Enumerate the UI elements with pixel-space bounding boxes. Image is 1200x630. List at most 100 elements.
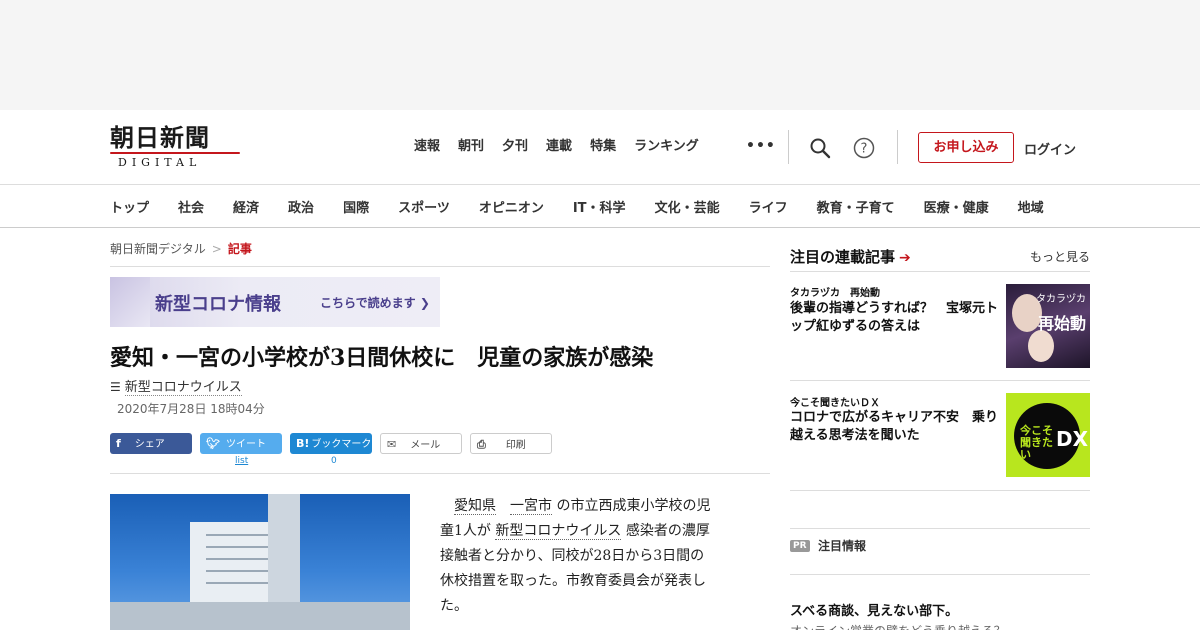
divider: [790, 490, 1090, 491]
share-label: ブックマーク: [311, 439, 372, 450]
card-headline[interactable]: コロナで広がるキャリア不安 乗り越える思考法を聞いた: [790, 409, 1002, 445]
thumb-text: 再始動: [1037, 314, 1086, 333]
keyword-link-aichi[interactable]: 愛知県: [454, 498, 496, 515]
card-label: 今こそ聞きたいＤＸ: [790, 398, 880, 409]
mail-button[interactable]: ✉ メール: [380, 433, 462, 454]
sidebar-title-text: 注目の連載記事: [790, 248, 896, 266]
keyword-link-covid[interactable]: 新型コロナウイルス: [495, 523, 622, 540]
category-it-science[interactable]: IT・科学: [573, 197, 626, 216]
pr-section-title: 注目情報: [818, 539, 867, 553]
print-button[interactable]: ⎙ 印刷: [470, 433, 552, 454]
twitter-share-button[interactable]: 🐦︎ ツイート: [200, 433, 282, 454]
category-international[interactable]: 国際: [343, 197, 369, 216]
topnav-item-morning[interactable]: 朝刊: [458, 138, 484, 156]
hatena-bookmark-button[interactable]: B! ブックマーク: [290, 433, 372, 454]
corona-info-banner[interactable]: 新型コロナ情報 こちらで読めます ❯: [110, 277, 440, 327]
corona-banner-link: こちらで読めます ❯: [320, 296, 430, 310]
category-society[interactable]: 社会: [178, 197, 204, 216]
twitter-count[interactable]: list: [235, 456, 248, 466]
article-date: 2020年7月28日 18時04分: [117, 402, 265, 416]
facebook-icon: f: [116, 437, 121, 450]
divider: [790, 528, 1090, 529]
banner-decoration: [110, 277, 150, 327]
topnav-item-ranking[interactable]: ランキング: [634, 138, 699, 156]
photo-detail: [206, 582, 268, 584]
topnav-item-breaking[interactable]: 速報: [414, 138, 440, 156]
category-nav: トップ 社会 経済 政治 国際 スポーツ オピニオン IT・科学 文化・芸能 ラ…: [0, 184, 1200, 228]
card-headline[interactable]: 後輩の指導どうすれば？ 宝塚元トップ紅ゆずるの答えは: [790, 300, 1002, 336]
body-line: 接触者と分かり、同校が28日から3日間の: [440, 548, 705, 564]
sidebar-more-link[interactable]: もっと見る: [1030, 248, 1090, 265]
card-thumbnail[interactable]: タカラヅカ 再始動: [1006, 284, 1090, 368]
topnav-item-features[interactable]: 特集: [590, 138, 616, 156]
divider: [110, 473, 770, 474]
body-text: の市立西成東小学校の児: [556, 498, 711, 514]
card-label: タカラヅカ 再始動: [790, 288, 880, 299]
divider: [790, 380, 1090, 381]
corona-banner-title: 新型コロナ情報: [155, 294, 281, 315]
site-header: 朝日新聞 DIGITAL 速報 朝刊 夕刊 連載 特集 ランキング ••• ? …: [0, 110, 1200, 185]
thumb-text: タカラヅカ: [1036, 294, 1086, 305]
category-life[interactable]: ライフ: [749, 197, 788, 216]
category-education[interactable]: 教育・子育て: [817, 197, 895, 216]
breadcrumb-current: 記事: [227, 242, 252, 256]
search-icon[interactable]: [808, 136, 832, 160]
pr-badge: PR: [790, 540, 810, 552]
body-line: 童1人が 新型コロナウイルス 感染者の濃厚: [440, 519, 750, 544]
divider: [790, 574, 1090, 575]
category-local[interactable]: 地域: [1018, 197, 1044, 216]
photo-detail: [206, 558, 268, 560]
print-icon: ⎙: [477, 438, 486, 451]
category-sports[interactable]: スポーツ: [398, 197, 450, 216]
topic-label[interactable]: 新型コロナウイルス: [124, 380, 242, 396]
sidebar-title[interactable]: 注目の連載記事 ➔: [790, 246, 911, 267]
pr-headline[interactable]: スベる商談、見えない部下。: [790, 600, 958, 619]
category-politics[interactable]: 政治: [288, 197, 314, 216]
article-headline: 愛知・一宮の小学校が3日間休校に 児童の家族が感染: [110, 345, 654, 371]
divider: [790, 271, 1090, 272]
breadcrumb-separator: >: [211, 242, 222, 256]
card-thumbnail[interactable]: 今こそ聞きたい DX: [1006, 393, 1090, 477]
topnav-item-evening[interactable]: 夕刊: [502, 138, 528, 156]
svg-text:?: ?: [861, 142, 868, 157]
divider: [110, 266, 770, 267]
category-economy[interactable]: 経済: [233, 197, 259, 216]
logo-sub-text: DIGITAL: [118, 156, 202, 169]
keyword-link-ichinomiya[interactable]: 一宮市: [510, 498, 552, 515]
login-link[interactable]: ログイン: [1024, 139, 1076, 158]
share-label: ツイート: [225, 439, 266, 450]
category-culture[interactable]: 文化・芸能: [655, 197, 720, 216]
category-health[interactable]: 医療・健康: [924, 197, 989, 216]
logo-main-text: 朝日新聞: [110, 123, 210, 152]
top-nav: 速報 朝刊 夕刊 連載 特集 ランキング: [414, 138, 717, 156]
subscribe-button[interactable]: お申し込み: [918, 132, 1014, 163]
pr-subtext[interactable]: オンライン営業の壁をどう乗り越える？: [790, 622, 1006, 630]
logo-underline: [110, 152, 240, 154]
photo-detail: [206, 546, 268, 548]
site-logo[interactable]: 朝日新聞 DIGITAL: [110, 124, 242, 170]
more-menu-icon[interactable]: •••: [746, 138, 776, 154]
thumb-text: DX: [1056, 427, 1089, 451]
list-icon: ☰: [110, 380, 121, 394]
photo-detail: [206, 534, 268, 536]
photo-person: [1028, 330, 1054, 362]
body-line: 休校措置を取った。市教育委員会が発表し: [440, 573, 706, 589]
breadcrumb-home[interactable]: 朝日新聞デジタル: [110, 242, 206, 256]
category-top[interactable]: トップ: [110, 197, 149, 216]
facebook-share-button[interactable]: f シェア: [110, 433, 192, 454]
hatena-count[interactable]: 0: [331, 456, 337, 466]
body-text: 童1人が: [440, 523, 491, 539]
topnav-item-series[interactable]: 連載: [546, 138, 572, 156]
twitter-icon: 🐦︎: [206, 437, 220, 450]
photo-detail: [206, 570, 268, 572]
category-opinion[interactable]: オピニオン: [479, 197, 544, 216]
article-photo[interactable]: [110, 494, 410, 630]
mail-icon: ✉: [387, 438, 397, 451]
arrow-right-icon: ➔: [899, 250, 911, 266]
top-ad-banner: [0, 0, 1200, 110]
header-divider: [788, 130, 789, 164]
help-icon[interactable]: ?: [852, 136, 876, 160]
body-line: た。: [440, 598, 468, 614]
body-text: 感染者の濃厚: [625, 523, 710, 539]
topic-tag[interactable]: ☰ 新型コロナウイルス: [110, 376, 242, 396]
